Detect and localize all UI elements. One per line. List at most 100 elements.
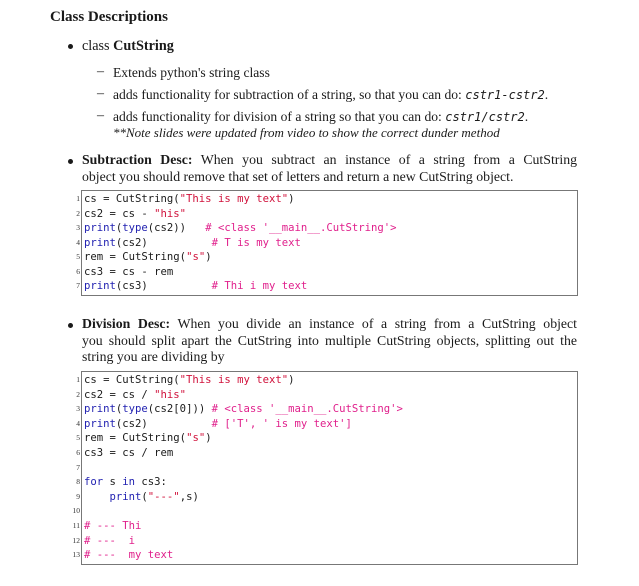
code-keyword: print xyxy=(84,403,116,416)
code-text: (cs3) xyxy=(115,280,212,292)
code-line: # --- Thi xyxy=(84,519,141,533)
line-number: 2 xyxy=(76,389,80,399)
code-text: ,s) xyxy=(179,490,199,503)
code-keyword: print xyxy=(84,280,116,292)
code-text: (cs2)) xyxy=(147,222,206,234)
code-line: print(cs2) # T is my text xyxy=(84,236,301,250)
code-keyword: for xyxy=(84,476,104,489)
division-line-2: you should split apart the CutString int… xyxy=(82,332,577,348)
inline-code: cstr1/cstr2 xyxy=(445,110,525,124)
code-string: "This is my text" xyxy=(179,193,289,205)
code-text: cs = CutString( xyxy=(84,193,180,205)
line-number: 1 xyxy=(76,194,80,203)
code-keyword: type xyxy=(122,222,148,234)
code-comment: # T is my text xyxy=(211,236,301,249)
bullet-icon xyxy=(68,323,73,328)
code-keyword: in xyxy=(122,476,136,489)
code-line: cs3 = cs - rem xyxy=(84,265,173,279)
line-number: 3 xyxy=(76,404,80,414)
subtraction-line-2: object you should remove that set of let… xyxy=(82,168,514,184)
sub-item-subtraction: adds functionality for subtraction of a … xyxy=(113,87,548,103)
code-line: cs3 = cs / rem xyxy=(84,446,173,460)
code-text: ) xyxy=(205,251,212,263)
line-number: 6 xyxy=(76,448,80,457)
code-line: cs2 = cs / "his" xyxy=(84,388,186,402)
code-string: "s" xyxy=(186,432,206,445)
line-number: 8 xyxy=(76,477,80,487)
dash-icon: – xyxy=(97,108,104,123)
code-comment: # Thi i my text xyxy=(211,280,308,292)
line-number: 4 xyxy=(76,237,80,247)
code-line: cs = CutString("This is my text") xyxy=(84,373,295,387)
code-comment: # --- my text xyxy=(84,549,174,562)
suffix: . xyxy=(544,87,549,102)
code-text: cs3 = cs - rem xyxy=(84,265,174,278)
code-comment: # ['T', ' is my text'] xyxy=(211,417,352,430)
code-comment: # <class '__main__.CutString'> xyxy=(205,222,397,234)
code-text: ) xyxy=(288,374,295,386)
code-text: cs = CutString( xyxy=(84,374,180,386)
code-text: ) xyxy=(205,432,212,445)
suffix: . xyxy=(524,109,529,124)
division-line-1: When you divide an instance of a string … xyxy=(177,316,578,331)
code-line: rem = CutString("s") xyxy=(84,431,212,445)
line-number: 5 xyxy=(76,252,80,261)
dash-icon: – xyxy=(97,86,104,101)
code-text: ) xyxy=(288,193,295,205)
code-text: cs2 = cs - xyxy=(84,207,155,220)
code-string: "his" xyxy=(154,388,187,401)
code-line: print(type(cs2)) # <class '__main__.CutS… xyxy=(84,221,397,235)
code-line: rem = CutString("s") xyxy=(84,250,212,264)
inline-code: cstr1-cstr2 xyxy=(465,88,545,102)
code-text: cs3: xyxy=(135,476,167,489)
code-string: "This is my text" xyxy=(179,374,289,386)
note-text: **Note slides were updated from video to… xyxy=(113,125,500,140)
code-text: (cs2[0])) xyxy=(147,403,212,416)
code-text: (cs2) xyxy=(115,417,212,430)
line-number: 2 xyxy=(76,208,80,218)
code-text: (cs2) xyxy=(115,236,212,249)
line-number: 13 xyxy=(72,550,81,560)
code-line: cs2 = cs - "his" xyxy=(84,207,186,221)
line-number: 7 xyxy=(76,281,80,290)
code-line: print(cs3) # Thi i my text xyxy=(84,279,307,293)
division-label: Division Desc: xyxy=(82,316,171,331)
line-number: 1 xyxy=(76,375,80,384)
dash-icon: – xyxy=(97,64,104,79)
class-name: CutString xyxy=(113,38,174,54)
sub-item-division: adds functionality for division of a str… xyxy=(113,109,528,125)
code-string: "---" xyxy=(147,490,180,503)
sub-item-extends: Extends python's string class xyxy=(113,65,270,80)
code-line: print("---",s) xyxy=(84,490,199,504)
code-keyword: print xyxy=(84,236,116,249)
sub-item-text: adds functionality for subtraction of a … xyxy=(113,87,462,102)
code-text: rem = CutString( xyxy=(84,432,187,445)
line-number: 4 xyxy=(76,418,80,428)
code-string: "s" xyxy=(186,251,206,263)
code-keyword: type xyxy=(122,403,148,416)
subtraction-label: Subtraction Desc: xyxy=(82,152,193,167)
line-number: 10 xyxy=(72,506,81,516)
division-line-3: string you are dividing by xyxy=(82,349,225,364)
code-text: rem = CutString( xyxy=(84,251,187,263)
line-number: 9 xyxy=(76,491,80,501)
code-text: s xyxy=(103,476,123,489)
code-keyword: print xyxy=(84,417,116,430)
code-line: # --- i xyxy=(84,534,135,548)
code-line: print(type(cs2[0])) # <class '__main__.C… xyxy=(84,402,403,416)
line-number: 6 xyxy=(76,266,80,276)
line-number: 5 xyxy=(76,433,80,443)
subtraction-line-1: When you subtract an instance of a strin… xyxy=(200,152,577,167)
bullet-icon xyxy=(68,44,73,49)
sub-item-text: adds functionality for division of a str… xyxy=(113,109,442,124)
division-desc: Division Desc: When you divide an instan… xyxy=(82,316,577,366)
line-number: 12 xyxy=(72,535,81,545)
code-line: # --- my text xyxy=(84,548,173,562)
code-string: "his" xyxy=(154,207,187,220)
code-keyword: print xyxy=(109,490,142,503)
bullet-icon xyxy=(68,159,73,164)
line-number: 3 xyxy=(76,223,80,232)
line-number: 11 xyxy=(72,521,80,530)
code-text: cs2 = cs / xyxy=(84,388,155,401)
